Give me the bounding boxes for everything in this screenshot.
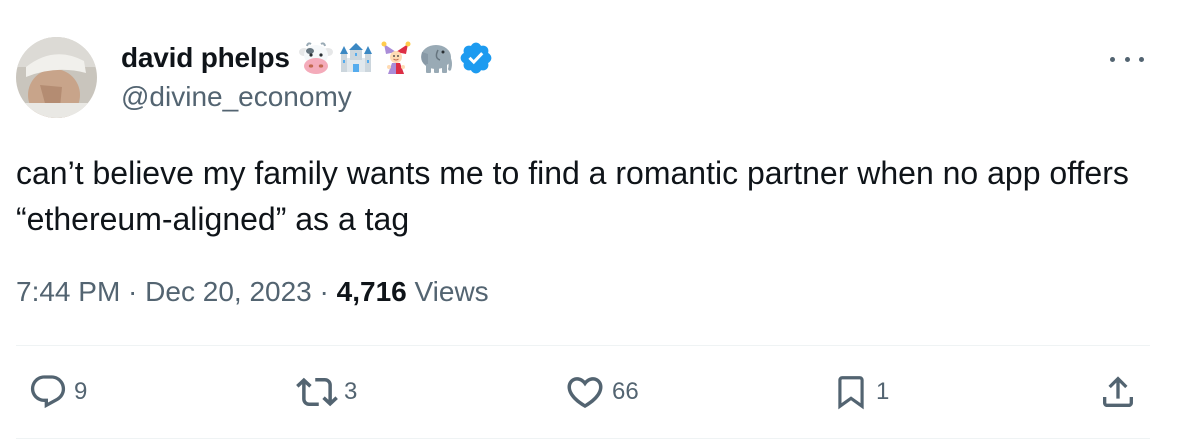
reply-icon: [30, 375, 66, 409]
author-display-name[interactable]: david phelps: [121, 42, 290, 74]
retweet-button[interactable]: 3: [296, 370, 357, 414]
more-dot: [1124, 56, 1130, 62]
like-button[interactable]: 66: [564, 370, 639, 414]
tweet-card: david phelps @divine_economy can’t belie…: [0, 0, 1186, 445]
elephant-icon: [418, 40, 454, 76]
more-options-icon[interactable]: [1110, 52, 1144, 66]
bookmark-icon: [838, 376, 864, 410]
divider: [16, 438, 1150, 439]
tweet-meta: 7:44 PM · Dec 20, 2023 · 4,716 Views: [16, 276, 489, 308]
share-button[interactable]: [1098, 370, 1138, 414]
author-name-row: david phelps: [121, 40, 494, 76]
retweet-icon: [296, 377, 338, 407]
meta-separator: ·: [311, 276, 337, 307]
tweet-text: can’t believe my family wants me to find…: [16, 155, 1138, 237]
retweet-count: 3: [344, 378, 358, 405]
reply-count: 9: [74, 378, 88, 405]
divider: [16, 345, 1150, 346]
castle-icon: [338, 40, 374, 76]
like-count: 66: [612, 378, 639, 405]
verified-badge-icon[interactable]: [458, 40, 494, 76]
bookmark-count: 1: [876, 378, 890, 405]
reply-button[interactable]: 9: [28, 370, 87, 414]
meta-separator: ·: [120, 276, 146, 307]
tweet-date[interactable]: Dec 20, 2023: [145, 276, 312, 307]
avatar[interactable]: [16, 37, 97, 118]
share-icon: [1103, 376, 1133, 407]
more-dot: [1110, 56, 1115, 62]
views-count: 4,716: [336, 276, 407, 307]
heart-icon: [567, 377, 603, 409]
cow-face-icon: [298, 40, 334, 76]
more-dot: [1139, 56, 1144, 62]
views-label: Views: [406, 276, 489, 307]
tweet-time[interactable]: 7:44 PM: [16, 276, 120, 307]
jester-icon: [378, 40, 414, 76]
author-handle[interactable]: @divine_economy: [121, 81, 352, 113]
bookmark-button[interactable]: 1: [832, 370, 889, 414]
